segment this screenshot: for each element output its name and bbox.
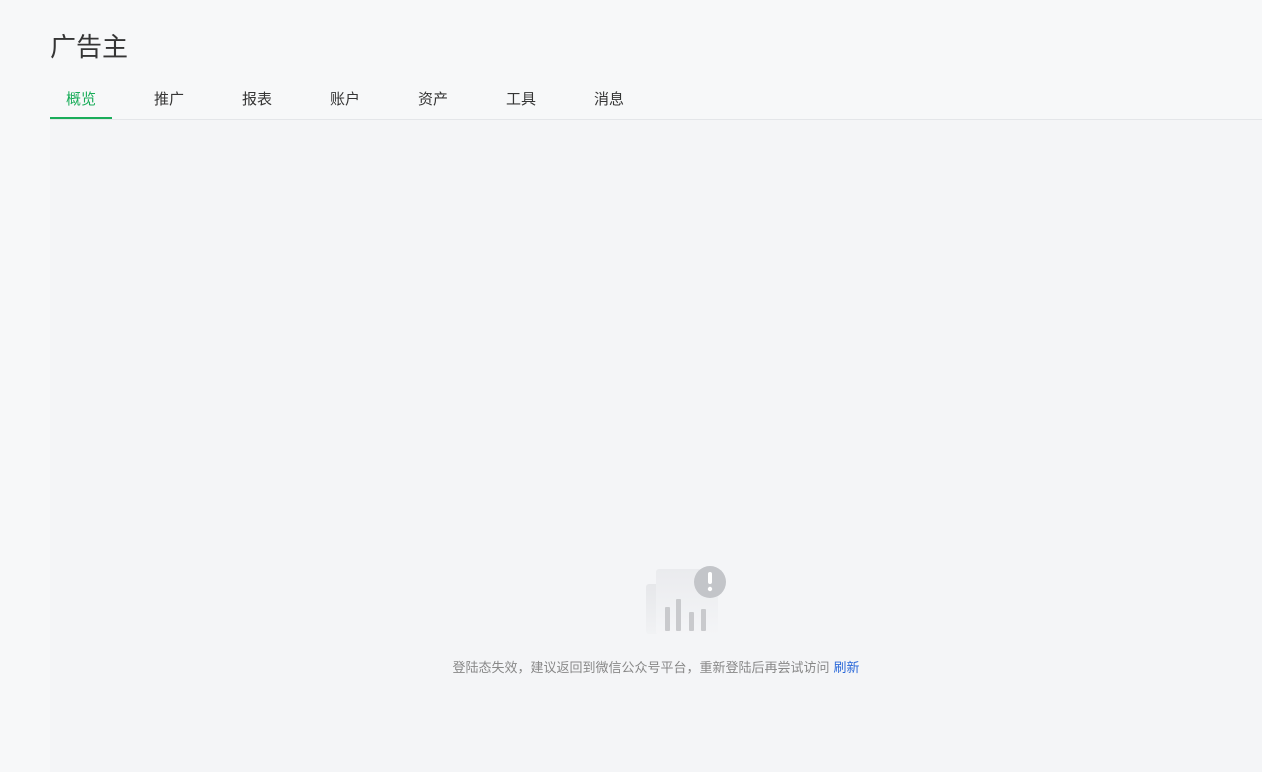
tab-overview[interactable]: 概览 [50, 80, 112, 119]
tab-tools[interactable]: 工具 [490, 80, 552, 119]
tab-reports[interactable]: 报表 [226, 80, 288, 119]
main-content: 登陆态失效，建议返回到微信公众号平台，重新登陆后再尝试访问 刷新 [50, 120, 1262, 772]
empty-state-message: 登陆态失效，建议返回到微信公众号平台，重新登陆后再尝试访问 刷新 [50, 659, 1262, 679]
tab-promotion[interactable]: 推广 [138, 80, 200, 119]
tab-bar: 概览 推广 报表 账户 资产 工具 消息 [50, 80, 1262, 120]
refresh-link[interactable]: 刷新 [834, 661, 860, 676]
chart-warning-icon [646, 566, 726, 635]
tab-account[interactable]: 账户 [314, 80, 376, 119]
login-expired-text: 登陆态失效，建议返回到微信公众号平台，重新登陆后再尝试访问 [452, 661, 830, 676]
page: 广告主 概览 推广 报表 账户 资产 工具 消息 登陆态失效，建议返回到微信公众… [0, 0, 1262, 772]
tab-assets[interactable]: 资产 [402, 80, 464, 119]
tab-messages[interactable]: 消息 [578, 80, 640, 119]
page-title: 广告主 [50, 33, 129, 63]
